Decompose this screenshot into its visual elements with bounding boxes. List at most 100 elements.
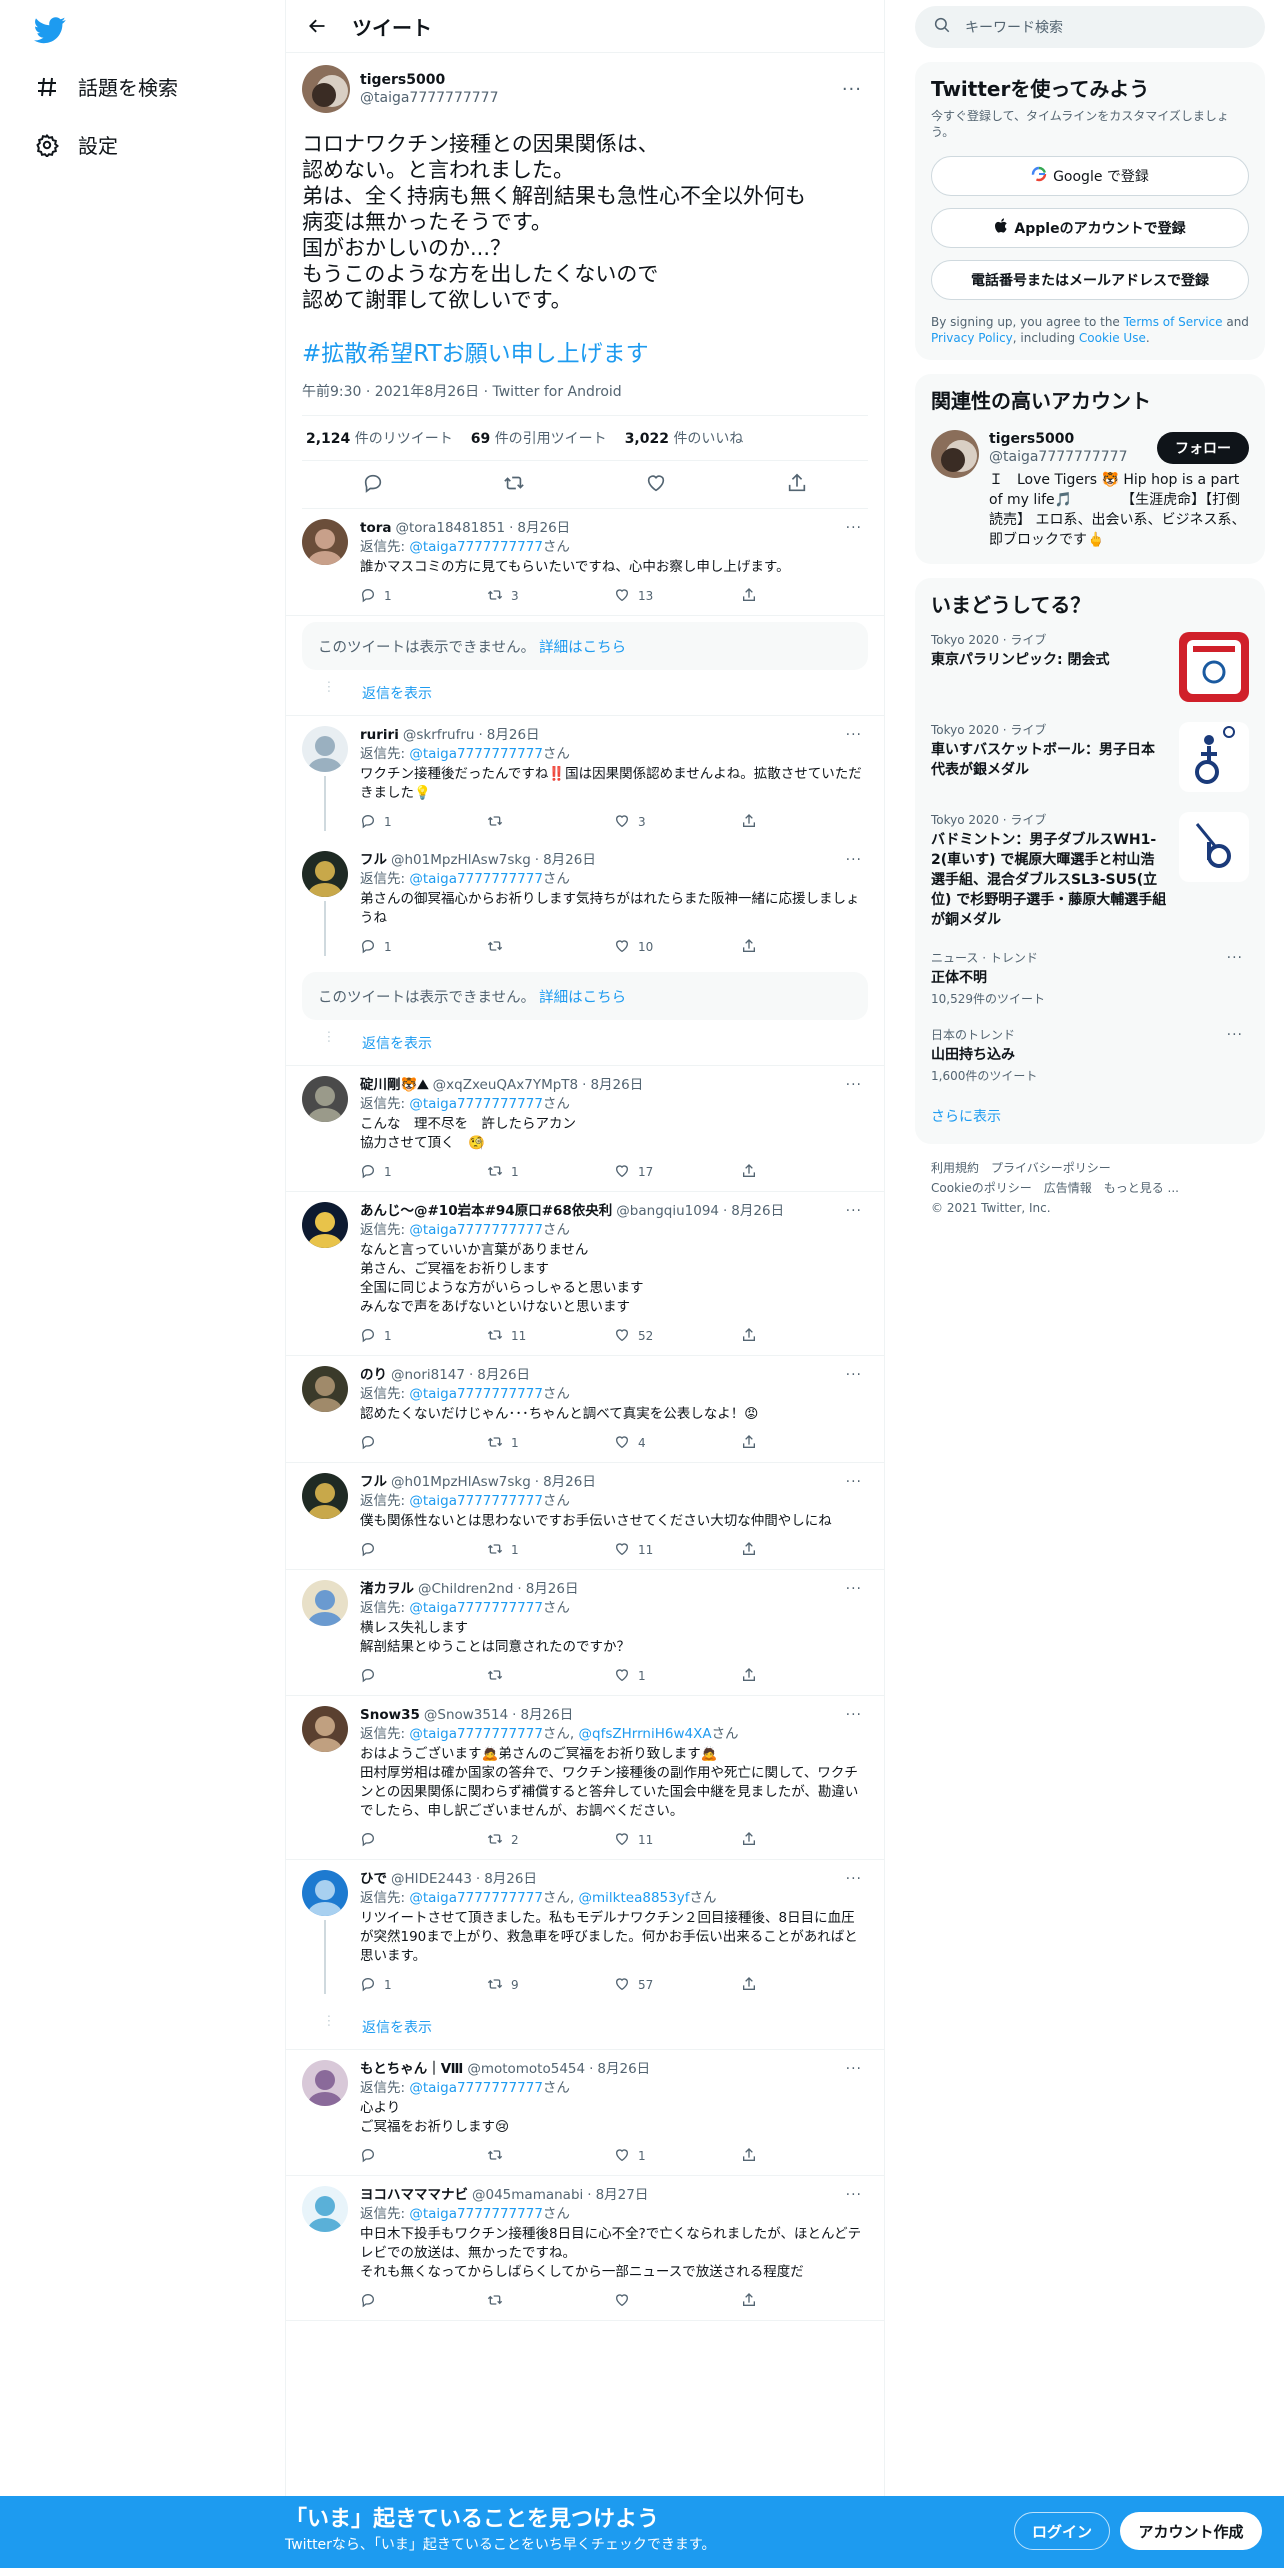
- share-icon[interactable]: [786, 472, 808, 498]
- reply-date[interactable]: 8月26日: [731, 1202, 784, 1220]
- like-count[interactable]: 3,022 件のいいね: [625, 428, 744, 448]
- reply-author-name[interactable]: もとちゃん｜Ⅷ: [360, 2060, 463, 2078]
- avatar[interactable]: [302, 2060, 348, 2106]
- reply-to-link[interactable]: @taiga7777777777: [409, 2206, 543, 2222]
- reply-action[interactable]: 1: [360, 813, 487, 832]
- reply-author-name[interactable]: 渚カヲル: [360, 1580, 414, 1598]
- back-arrow-icon[interactable]: [304, 13, 330, 39]
- reply-to-link[interactable]: @taiga7777777777: [409, 1222, 543, 1238]
- reply-author-handle[interactable]: @nori8147: [391, 1366, 465, 1384]
- reply-tweet[interactable]: 渚カヲル @Children2nd · 8月26日 ··· 返信先: @taiga7777…: [286, 1570, 884, 1696]
- reply-author-name[interactable]: tora: [360, 519, 392, 537]
- like-action[interactable]: 1: [614, 1667, 741, 1686]
- share-action[interactable]: [741, 938, 868, 957]
- reply-date[interactable]: 8月26日: [520, 1706, 573, 1724]
- retweet-action[interactable]: 1: [487, 1434, 614, 1453]
- trend-item[interactable]: Tokyo 2020 · ライブ バドミントン：男子ダブルスWH1-2(車いす) …: [931, 802, 1249, 940]
- reply-date[interactable]: 8月26日: [517, 519, 570, 537]
- retweet-icon[interactable]: [503, 472, 525, 498]
- like-action[interactable]: 3: [614, 813, 741, 832]
- trend-item[interactable]: Tokyo 2020 · ライブ 車いすバスケットボール：男子日本代表が銀メダル: [931, 712, 1249, 802]
- more-icon[interactable]: ···: [840, 1366, 868, 1384]
- reply-action[interactable]: 1: [360, 938, 487, 957]
- retweet-action[interactable]: [487, 938, 614, 957]
- reply-action[interactable]: [360, 1667, 487, 1686]
- reply-tweet[interactable]: のり @nori8147 · 8月26日 ··· 返信先: @taiga777777777…: [286, 1356, 884, 1463]
- reply-date[interactable]: 8月26日: [543, 1473, 596, 1491]
- like-action[interactable]: 1: [614, 2147, 741, 2166]
- like-action[interactable]: 10: [614, 938, 741, 957]
- share-action[interactable]: [741, 1327, 868, 1346]
- reply-author-handle[interactable]: @xqZxeuQAx7YMpT8: [433, 1076, 578, 1094]
- avatar[interactable]: [302, 1202, 348, 1248]
- reply-author-name[interactable]: ruriri: [360, 726, 399, 744]
- share-action[interactable]: [741, 1667, 868, 1686]
- reply-action[interactable]: 1: [360, 1976, 487, 1995]
- reply-tweet[interactable]: ひで @HIDE2443 · 8月26日 ··· 返信先: @taiga777777777…: [286, 1860, 884, 2004]
- like-action[interactable]: 11: [614, 1541, 741, 1560]
- share-action[interactable]: [741, 1831, 868, 1850]
- reply-author-handle[interactable]: @h01MpzHlAsw7skg: [391, 851, 531, 869]
- more-icon[interactable]: ···: [840, 2060, 868, 2078]
- account-name[interactable]: tigers5000: [989, 430, 1128, 448]
- retweet-count[interactable]: 2,124 件のリツイート: [306, 428, 453, 448]
- reply-tweet[interactable]: 碇川剛🐯⛰ @xqZxeuQAx7YMpT8 · 8月26日 ··· 返信先: @taig…: [286, 1066, 884, 1192]
- reply-tweet[interactable]: もとちゃん｜Ⅷ @motomoto5454 · 8月26日 ··· 返信先: @taiga…: [286, 2050, 884, 2176]
- reply-to-link[interactable]: @taiga7777777777: [409, 2080, 543, 2096]
- trend-item[interactable]: Tokyo 2020 · ライブ 東京パラリンピック: 閉会式: [931, 622, 1249, 712]
- more-icon[interactable]: ···: [1221, 1027, 1249, 1084]
- account-handle[interactable]: @taiga7777777777: [989, 448, 1128, 466]
- more-icon[interactable]: ···: [840, 851, 868, 869]
- more-icon[interactable]: ···: [840, 1202, 868, 1220]
- avatar[interactable]: [302, 1366, 348, 1412]
- reply-author-handle[interactable]: @Children2nd: [418, 1580, 513, 1598]
- reply-author-name[interactable]: フル: [360, 851, 387, 869]
- avatar[interactable]: [931, 430, 979, 478]
- reply-to-link[interactable]: @taiga7777777777: [409, 1726, 543, 1742]
- retweet-action[interactable]: 1: [487, 1163, 614, 1182]
- reply-author-name[interactable]: ひで: [360, 1870, 387, 1888]
- show-replies-link[interactable]: ··· 返信を表示: [286, 670, 884, 716]
- quote-count[interactable]: 69 件の引用ツイート: [471, 428, 607, 448]
- reply-author-name[interactable]: のり: [360, 1366, 387, 1384]
- trend-item[interactable]: 日本のトレンド 山田持ち込み 1,600件のツイート ···: [931, 1017, 1249, 1094]
- reply-author-handle[interactable]: @bangqiu1094: [616, 1202, 719, 1220]
- more-icon[interactable]: ···: [840, 1580, 868, 1598]
- reply-date[interactable]: 8月26日: [543, 851, 596, 869]
- reply-author-handle[interactable]: @HIDE2443: [391, 1870, 472, 1888]
- trend-image[interactable]: [1179, 812, 1249, 882]
- reply-icon[interactable]: [362, 472, 384, 498]
- phone-email-signup-button[interactable]: 電話番号またはメールアドレスで登録: [931, 260, 1249, 300]
- reply-author-name[interactable]: あんじ〜@#10岩本#94原口#68依央利: [360, 1202, 612, 1220]
- more-icon[interactable]: ···: [840, 726, 868, 744]
- share-action[interactable]: [741, 1434, 868, 1453]
- avatar[interactable]: [302, 65, 350, 113]
- retweet-action[interactable]: 2: [487, 1831, 614, 1850]
- reply-to-link[interactable]: @taiga7777777777: [409, 871, 543, 887]
- reply-action[interactable]: 1: [360, 1327, 487, 1346]
- avatar[interactable]: [302, 1473, 348, 1519]
- show-more-link[interactable]: さらに表示: [931, 1094, 1249, 1138]
- reply-tweet[interactable]: ヨコハマママナビ @045mamanabi · 8月27日 ··· 返信先: @taiga…: [286, 2176, 884, 2321]
- like-icon[interactable]: [645, 472, 667, 498]
- reply-date[interactable]: 8月26日: [484, 1870, 537, 1888]
- login-button[interactable]: ログイン: [1014, 2512, 1110, 2550]
- reply-tweet[interactable]: フル @h01MpzHlAsw7skg · 8月26日 ··· 返信先: @taiga77…: [286, 841, 884, 966]
- reply-author-name[interactable]: フル: [360, 1473, 387, 1491]
- create-account-button[interactable]: アカウント作成: [1120, 2512, 1262, 2550]
- trend-image[interactable]: [1179, 632, 1249, 702]
- follow-button[interactable]: フォロー: [1157, 432, 1249, 464]
- twitter-logo-icon[interactable]: [33, 14, 66, 46]
- avatar[interactable]: [302, 519, 348, 565]
- reply-date[interactable]: 8月26日: [526, 1580, 579, 1598]
- avatar[interactable]: [302, 1706, 348, 1752]
- reply-tweet[interactable]: tora @tora18481851 · 8月26日 ··· 返信先: @taiga777…: [286, 509, 884, 616]
- reply-action[interactable]: [360, 2147, 487, 2166]
- more-icon[interactable]: ···: [840, 1870, 868, 1888]
- like-action[interactable]: 17: [614, 1163, 741, 1182]
- show-replies-link[interactable]: ··· 返信を表示: [286, 1020, 884, 1066]
- retweet-action[interactable]: [487, 1667, 614, 1686]
- retweet-action[interactable]: [487, 813, 614, 832]
- details-link[interactable]: 詳細はこちら: [539, 636, 626, 657]
- avatar[interactable]: [302, 726, 348, 772]
